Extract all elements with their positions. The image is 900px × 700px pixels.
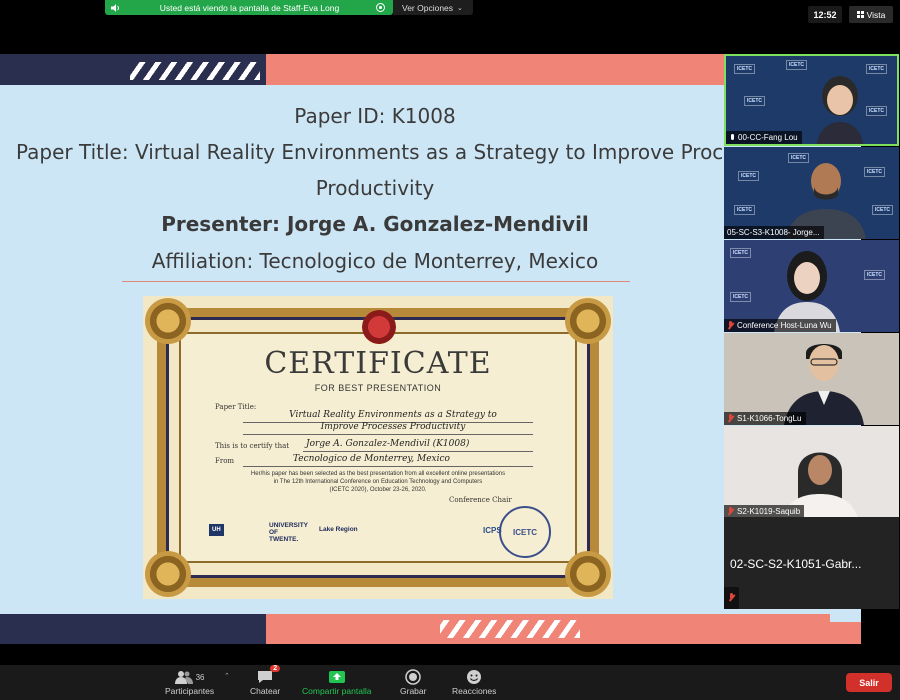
cert-line	[243, 434, 533, 435]
meeting-clock: 12:52	[808, 6, 842, 23]
participants-count: 36	[195, 672, 205, 682]
participant-tile[interactable]: ICETC ICETC ICETC ICETC ICETC 05-SC-S3-K100…	[724, 147, 899, 239]
participant-name-tag: S1-K1066-TongLu	[724, 412, 806, 425]
participants-label: Participantes	[165, 686, 215, 696]
conference-chair-label: Conference Chair	[449, 496, 512, 504]
participant-name: S1-K1066-TongLu	[737, 414, 802, 423]
certificate-subtitle: FOR BEST PRESENTATION	[314, 383, 442, 393]
cert-recipient: Jorge A. Gonzalez-Mendivil (K1008)	[306, 439, 470, 449]
ornament-icon	[565, 298, 611, 344]
participants-icon	[174, 671, 193, 684]
participant-name-tag	[724, 587, 739, 609]
ornament-icon	[565, 551, 611, 597]
affiliation: Affiliation: Tecnologico de Monterrey, M…	[151, 249, 599, 273]
navy-band-block	[0, 614, 266, 644]
participant-name-tag: Conference Host-Luna Wu	[724, 319, 836, 332]
chevron-down-icon: ⌄	[457, 4, 463, 12]
view-options-label: Ver Opciones	[402, 2, 454, 13]
cert-line	[243, 466, 533, 467]
chat-label: Chatear	[250, 686, 281, 696]
uh-logo: UH	[209, 524, 224, 536]
chat-badge: 2	[270, 665, 281, 672]
certify-label: This is to certify that	[215, 442, 290, 450]
cert-paper-title-2: Improve Processes Productivity	[320, 422, 466, 432]
cert-body-line3: (ICETC 2020), October 23-26, 2020.	[329, 487, 427, 493]
from-label: From	[215, 457, 235, 465]
ornament-icon	[145, 551, 191, 597]
paper-title-line1: Paper Title: Virtual Reality Environment…	[16, 140, 780, 164]
cert-body-line1: Her/his paper has been selected as the b…	[250, 471, 506, 477]
mic-muted-icon	[727, 321, 734, 330]
participant-name: 02-SC-S2-K1051-Gabr...	[730, 557, 862, 571]
certificate-title: CERTIFICATE	[264, 346, 492, 381]
participant-name: Conference Host-Luna Wu	[737, 321, 832, 330]
participant-name: 00-CC-Fang Lou	[738, 133, 798, 142]
grid-icon	[856, 11, 864, 18]
participant-tile[interactable]: ICETC ICETC ICETC Conference Host-Luna Wu	[724, 240, 899, 332]
participant-name: S2-K1019-Saquib	[737, 507, 801, 516]
record-icon	[405, 669, 421, 685]
icps-logo: ICPS	[483, 526, 502, 535]
slide-bottom-band	[0, 610, 861, 644]
participant-tile[interactable]: ICETC ICETC ICETC ICETC ICETC 00-CC-Fang Lo…	[724, 54, 899, 146]
paper-id: Paper ID: K1008	[294, 104, 456, 128]
cert-institution: Tecnologico de Monterrey, Mexico	[293, 454, 450, 464]
lake-region-logo: Lake Region	[319, 526, 358, 533]
share-screen-label: Compartir pantalla	[302, 686, 372, 696]
smiley-icon	[467, 670, 482, 684]
stripe-decoration	[130, 62, 260, 80]
participant-tile[interactable]: S2-K1019-Saquib	[724, 426, 899, 518]
wax-seal-icon	[362, 310, 396, 344]
screen-share-banner: Usted está viendo la pantalla de Staff-E…	[105, 0, 393, 15]
slide-divider	[122, 281, 630, 282]
record-button[interactable]: Grabar	[400, 668, 426, 696]
participant-tile[interactable]: S1-K1066-TongLu	[724, 333, 899, 425]
share-screen-icon	[328, 671, 345, 683]
conference-stamp: ICETC	[499, 506, 551, 558]
sharing-indicator-icon	[376, 3, 385, 12]
speaker-icon	[111, 3, 123, 12]
zoom-meeting-window: { "top_bar": { "share_banner": "Usted es…	[0, 0, 900, 700]
participant-tile[interactable]: 02-SC-S2-K1051-Gabr...	[724, 517, 899, 609]
reactions-label: Reacciones	[452, 686, 497, 696]
participant-name-tag: 00-CC-Fang Lou	[726, 131, 802, 144]
mic-muted-icon	[728, 593, 735, 602]
paper-title-line2: Productivity	[315, 176, 435, 200]
chat-button[interactable]: 2 Chatear	[250, 665, 281, 696]
cert-line	[303, 451, 533, 452]
leave-button[interactable]: Salir	[846, 673, 892, 692]
mic-muted-icon	[727, 414, 734, 423]
mic-muted-icon	[727, 507, 734, 516]
record-label: Grabar	[400, 686, 427, 696]
cert-paper-title-1: Virtual Reality Environments as a Strate…	[289, 410, 497, 420]
view-layout-label: Vista	[866, 9, 886, 20]
view-options-button[interactable]: Ver Opciones ⌄	[393, 0, 473, 15]
certificate-image: CERTIFICATE FOR BEST PRESENTATION Paper …	[143, 296, 613, 599]
stripe-decoration	[440, 620, 580, 638]
mic-icon	[729, 133, 735, 142]
participant-name-tag: 05-SC-S3-K1008- Jorge...	[724, 226, 824, 239]
participants-button[interactable]: 36 Participantes	[165, 668, 214, 696]
view-layout-button[interactable]: Vista	[849, 6, 893, 23]
reactions-button[interactable]: Reacciones	[452, 668, 496, 696]
presenter: Presenter: Jorge A. Gonzalez-Mendivil	[161, 212, 589, 236]
chevron-up-icon[interactable]: ⌃	[224, 672, 230, 680]
meeting-toolbar: 36 Participantes ⌃ 2 Chatear Compartir p…	[0, 665, 900, 700]
cert-body-line2: in The 12th International Conference on …	[273, 479, 483, 485]
certificate-body: Her/his paper has been selected as the b…	[213, 470, 543, 494]
share-screen-button[interactable]: Compartir pantalla	[302, 668, 371, 696]
participant-name: 05-SC-S3-K1008- Jorge...	[727, 228, 820, 237]
participant-video	[816, 76, 864, 144]
band-cutout	[830, 610, 861, 622]
share-banner-text: Usted está viendo la pantalla de Staff-E…	[159, 2, 340, 13]
twente-logo: UNIVERSITY OF TWENTE.	[269, 522, 308, 543]
ornament-icon	[145, 298, 191, 344]
chat-icon	[258, 671, 273, 683]
